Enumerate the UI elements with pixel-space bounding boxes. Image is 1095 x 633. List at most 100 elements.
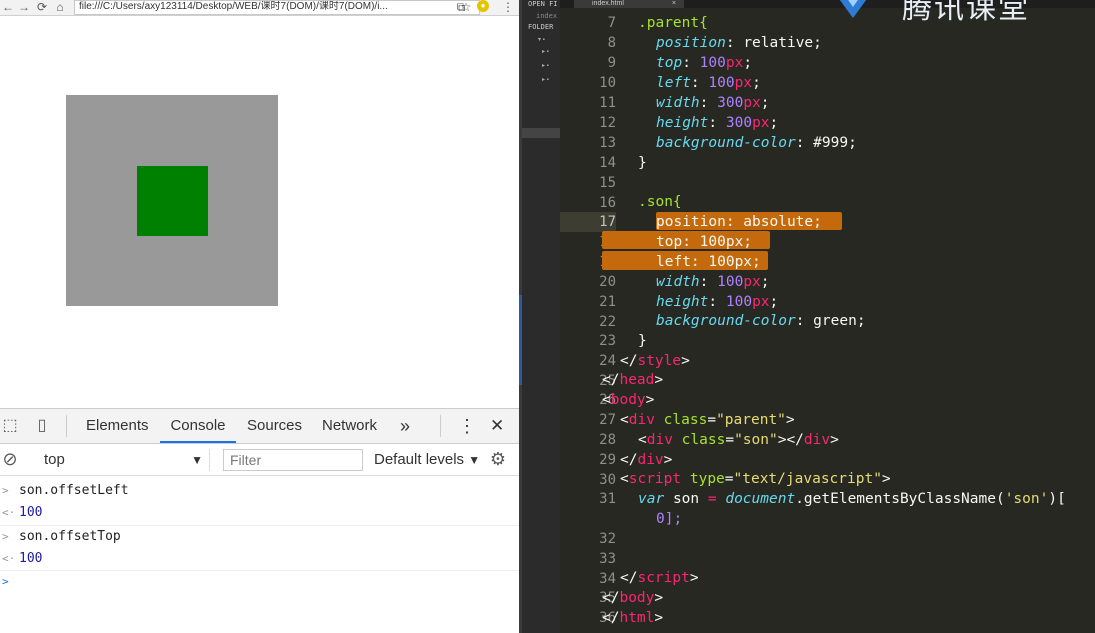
code-line-selected: top: 100px;: [656, 234, 753, 250]
code-line: .son{: [638, 192, 682, 212]
html-tag: html: [619, 610, 655, 626]
css-property: width: [656, 274, 700, 290]
css-number: 100: [708, 75, 735, 91]
css-unit: px: [743, 95, 761, 111]
code-line: </style>: [620, 353, 690, 369]
log-levels-select[interactable]: Default levels ▼: [374, 449, 480, 471]
html-tag: script: [628, 471, 682, 487]
css-number: 100: [717, 274, 744, 290]
forward-icon[interactable]: →: [16, 0, 32, 15]
dropdown-arrow-icon: ▼: [191, 453, 203, 467]
css-value: relative: [743, 35, 814, 51]
console-input-line: > son.offsetLeft: [0, 480, 519, 502]
html-tag: div: [628, 412, 655, 428]
context-select[interactable]: top ▼: [34, 449, 210, 471]
css-value: #999: [813, 135, 849, 151]
tab-elements[interactable]: Elements: [86, 409, 149, 443]
html-tag: div: [637, 452, 664, 468]
reload-icon[interactable]: ⟳: [34, 0, 50, 15]
browser-toolbar: ← → ⟳ ⌂ file:///C:/Users/axy123114/Deskt…: [0, 0, 519, 16]
folder-tree-item[interactable]: ▸ ▪: [542, 62, 562, 69]
code-line: }: [638, 333, 647, 349]
html-tag: div: [803, 432, 831, 448]
console-input-line: > son.offsetTop: [0, 526, 519, 548]
console-toolbar: ⊘ top ▼ Default levels ▼ ⚙: [0, 444, 519, 476]
folder-tree-item[interactable]: ▾ ▪: [538, 36, 558, 43]
code-line: height: 100px;: [656, 294, 779, 310]
dropdown-arrow-icon: ▼: [468, 453, 481, 467]
code-line: <div class="parent">: [620, 412, 795, 428]
filter-input[interactable]: [223, 449, 363, 471]
console-output-line: <· 100: [0, 548, 519, 570]
son-div: [137, 166, 208, 236]
css-property: height: [656, 115, 709, 131]
inspect-element-icon[interactable]: ⬚: [0, 416, 20, 436]
css-property: background-color: [656, 135, 796, 151]
tab-console[interactable]: Console: [160, 409, 236, 443]
more-tabs-icon[interactable]: »: [400, 409, 410, 443]
devtools-panel: ⬚ ▯ Elements Console Sources Network » ⋮…: [0, 408, 519, 633]
clear-console-icon[interactable]: ⊘: [0, 449, 20, 469]
console-prompt[interactable]: >: [0, 571, 519, 593]
css-property: height: [656, 294, 709, 310]
open-files-header: OPEN FI: [528, 0, 558, 8]
code-line: background-color: green;: [656, 313, 866, 329]
close-icon[interactable]: ✕: [490, 409, 504, 443]
bookmark-star-icon[interactable]: ☆: [459, 0, 473, 15]
settings-gear-icon[interactable]: ⚙: [488, 449, 508, 469]
code-line: height: 300px;: [656, 115, 779, 131]
folder-tree-item[interactable]: ▸ ▪: [542, 48, 562, 55]
kebab-menu-icon[interactable]: ⋮: [458, 409, 476, 443]
html-tag: div: [646, 432, 673, 448]
output-arrow-icon: <·: [2, 552, 16, 565]
css-unit: px: [734, 75, 753, 91]
html-string: "parent": [716, 412, 786, 428]
code-line: top: 100px;: [656, 55, 753, 71]
code-editor: OPEN FI index FOLDER ▾ ▪ ▸ ▪ ▸ ▪ ▸ ▪ ind…: [522, 0, 1095, 633]
css-property: width: [656, 95, 700, 111]
html-string: "son": [734, 432, 778, 448]
console-result: 100: [19, 551, 43, 566]
js-variable: son: [672, 491, 700, 507]
folders-header: FOLDER: [528, 23, 554, 31]
css-unit: px: [725, 55, 744, 71]
html-attr: type: [689, 471, 725, 487]
code-line: var son = document.getElementsByClassNam…: [638, 491, 1066, 507]
css-property: top: [656, 55, 683, 71]
js-keyword: var: [638, 491, 665, 507]
code-line: background-color: #999;: [656, 135, 857, 151]
css-number: 100: [699, 55, 726, 71]
code-line-selected: position: absolute;: [656, 214, 822, 230]
css-number: 100: [725, 294, 753, 310]
folder-tree-item[interactable]: ▸ ▪: [542, 76, 562, 83]
back-icon[interactable]: ←: [0, 0, 16, 15]
code-line: </head>: [602, 372, 664, 388]
html-tag: body: [610, 392, 646, 408]
extension-icon[interactable]: ●: [477, 0, 489, 12]
prompt-chevron-icon: >: [2, 575, 9, 588]
tab-network[interactable]: Network: [322, 409, 377, 443]
output-arrow-icon: <·: [2, 506, 16, 519]
code-line: <script type="text/javascript">: [620, 471, 891, 487]
css-selector: .parent{: [638, 15, 708, 31]
console-command: son.offsetTop: [19, 529, 121, 544]
devtools-tabbar: ⬚ ▯ Elements Console Sources Network » ⋮…: [0, 409, 519, 444]
js-object: document: [725, 491, 796, 507]
input-chevron-icon: >: [2, 484, 9, 497]
css-number: 300: [725, 115, 753, 131]
sidebar-selection: [522, 128, 560, 138]
code-line: }: [638, 155, 647, 171]
context-value: top: [44, 451, 65, 468]
device-toggle-icon[interactable]: ▯: [32, 416, 52, 436]
address-bar[interactable]: file:///C:/Users/axy123114/Desktop/WEB/课…: [74, 0, 480, 15]
code-area[interactable]: .parent{ position: relative; top: 100px;…: [602, 0, 1095, 633]
code-line: <div class="son"></div>: [638, 432, 839, 448]
css-unit: px: [752, 294, 770, 310]
code-line: </div>: [620, 452, 673, 468]
css-unit: px: [743, 274, 761, 290]
home-icon[interactable]: ⌂: [52, 0, 68, 15]
tab-sources[interactable]: Sources: [247, 409, 302, 443]
open-file-item[interactable]: index: [536, 12, 557, 20]
code-line: width: 100px;: [656, 274, 770, 290]
menu-icon[interactable]: ⋮: [500, 0, 516, 15]
